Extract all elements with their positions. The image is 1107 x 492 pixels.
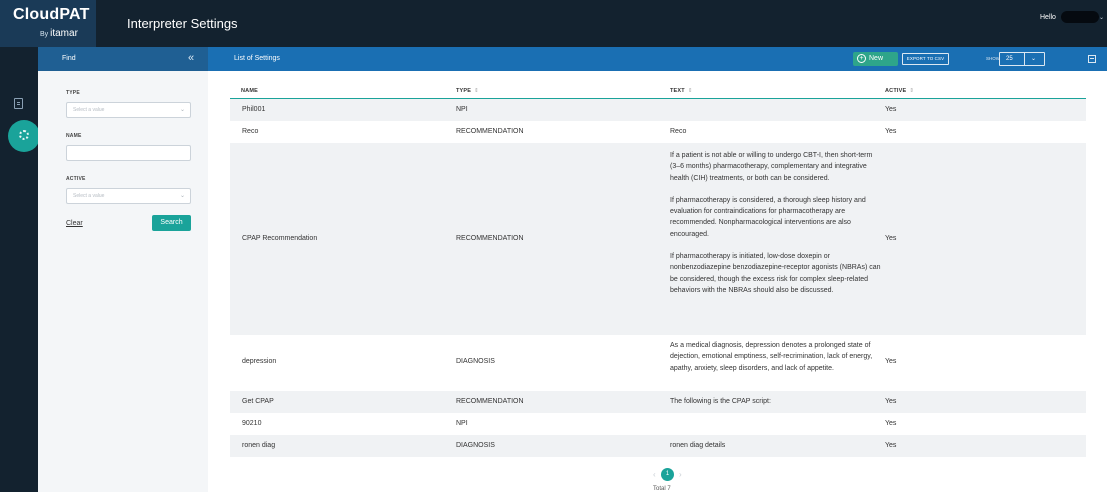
cell-active: Yes — [885, 358, 897, 365]
show-label: SHOW — [986, 56, 1000, 61]
find-title: Find — [62, 55, 76, 62]
header-type[interactable]: TYPE ⇕ — [456, 88, 479, 94]
new-button-label: New — [869, 55, 884, 62]
cell-name: ronen diag — [242, 442, 276, 449]
cell-type: NPI — [456, 106, 468, 113]
cell-active: Yes — [885, 420, 897, 427]
cell-text: If a patient is not able or willing to u… — [670, 150, 883, 296]
type-select-placeholder: Select a value — [73, 107, 105, 113]
plus-circle-icon: + — [857, 54, 866, 63]
cell-text-paragraph: If pharmacotherapy is initiated, low-dos… — [670, 253, 881, 294]
cell-type: DIAGNOSIS — [456, 358, 495, 365]
redacted-username[interactable] — [1061, 11, 1099, 23]
page-size-select[interactable]: 25 ⌄ — [999, 52, 1045, 66]
logo-brand: itamar — [50, 28, 78, 39]
sort-icon[interactable]: ⇕ — [688, 88, 693, 94]
columns-icon[interactable] — [1088, 55, 1096, 63]
cell-text-paragraph: If a patient is not able or willing to u… — [670, 152, 873, 182]
cell-type: DIAGNOSIS — [456, 442, 495, 449]
cell-active: Yes — [885, 398, 897, 405]
cell-type: RECOMMENDATION — [456, 235, 524, 242]
top-bar: CloudPAT By itamar Interpreter Settings … — [0, 0, 1107, 47]
name-label: NAME — [66, 133, 82, 139]
table-header: NAME TYPE ⇕ TEXT ⇕ ACTIVE ⇕ — [230, 84, 1086, 99]
prev-page-icon[interactable]: ‹ — [653, 470, 656, 479]
logo-title: CloudPAT — [13, 6, 90, 23]
chevrons-left-icon[interactable]: « — [188, 52, 194, 64]
clear-link[interactable]: Clear — [66, 220, 83, 227]
sort-icon[interactable]: ⇕ — [474, 88, 479, 94]
table-row[interactable]: 90210 NPI Yes — [230, 413, 1086, 435]
cell-type: RECOMMENDATION — [456, 398, 524, 405]
cell-text: As a medical diagnosis, depression denot… — [670, 340, 883, 374]
header-active[interactable]: ACTIVE ⇕ — [885, 88, 914, 94]
table-row[interactable]: ronen diag DIAGNOSIS ronen diag details … — [230, 435, 1086, 457]
cell-type: NPI — [456, 420, 468, 427]
cell-active: Yes — [885, 128, 897, 135]
new-button[interactable]: + New — [853, 52, 898, 66]
page-title: Interpreter Settings — [127, 16, 238, 31]
sort-icon[interactable]: ⇕ — [909, 88, 914, 94]
list-header: List of Settings + New EXPORT TO CSV SHO… — [208, 47, 1107, 71]
header-text-label: TEXT — [670, 88, 685, 94]
cell-name: depression — [242, 358, 277, 365]
logo-by: By — [40, 31, 49, 38]
table-row[interactable]: depression DIAGNOSIS As a medical diagno… — [230, 335, 1086, 391]
logo-subtitle: By itamar — [40, 28, 78, 39]
table-row[interactable]: Phil001 NPI Yes — [230, 99, 1086, 121]
next-page-icon[interactable]: › — [679, 470, 682, 479]
cell-name: Get CPAP — [242, 398, 274, 405]
cell-name: Phil001 — [242, 106, 266, 113]
divider — [1024, 53, 1025, 65]
type-label: TYPE — [66, 90, 80, 96]
cell-active: Yes — [885, 235, 897, 242]
chevron-down-icon: ⌄ — [180, 107, 186, 113]
cell-text: ronen diag details — [670, 442, 726, 449]
search-button[interactable]: Search — [152, 215, 191, 231]
cell-active: Yes — [885, 442, 897, 449]
cell-text: Reco — [670, 128, 687, 135]
active-select[interactable]: Select a value ⌄ — [66, 188, 191, 204]
cell-text-paragraph: If pharmacotherapy is considered, a thor… — [670, 196, 866, 238]
header-name[interactable]: NAME — [241, 88, 258, 94]
document-icon[interactable] — [14, 98, 23, 109]
table-row[interactable]: CPAP Recommendation RECOMMENDATION If a … — [230, 143, 1086, 335]
cell-name: CPAP Recommendation — [242, 235, 318, 242]
cell-text: The following is the CPAP script: — [670, 398, 771, 405]
table-row[interactable]: Get CPAP RECOMMENDATION The following is… — [230, 391, 1086, 413]
user-menu-chevron-icon[interactable]: ⌄ — [1099, 14, 1104, 21]
type-select[interactable]: Select a value ⌄ — [66, 102, 191, 118]
nav-rail — [0, 47, 40, 492]
chevron-down-icon: ⌄ — [1031, 56, 1037, 62]
table-row[interactable]: Reco RECOMMENDATION Reco Yes — [230, 121, 1086, 143]
header-type-label: TYPE — [456, 88, 472, 94]
user-greeting[interactable]: Hello — [1040, 14, 1056, 21]
settings-table: NAME TYPE ⇕ TEXT ⇕ ACTIVE ⇕ Phil001 NPI Yes… — [230, 84, 1086, 457]
header-name-label: NAME — [241, 88, 258, 94]
find-panel-header: Find « — [38, 47, 208, 71]
cell-active: Yes — [885, 106, 897, 113]
header-text[interactable]: TEXT ⇕ — [670, 88, 693, 94]
export-csv-button[interactable]: EXPORT TO CSV — [902, 53, 949, 65]
find-panel: TYPE Select a value ⌄ NAME ACTIVE Select… — [38, 71, 208, 492]
chevron-down-icon: ⌄ — [180, 193, 186, 199]
app-logo[interactable]: CloudPAT By itamar — [0, 0, 96, 47]
gear-icon[interactable] — [19, 130, 29, 140]
cell-name: 90210 — [242, 420, 262, 427]
header-active-label: ACTIVE — [885, 88, 907, 94]
page-size-value: 25 — [1006, 56, 1013, 62]
active-select-placeholder: Select a value — [73, 193, 105, 199]
total-count: Total 7 — [653, 486, 671, 492]
cell-text-paragraph: As a medical diagnosis, depression denot… — [670, 342, 873, 372]
cell-name: Reco — [242, 128, 259, 135]
active-label: ACTIVE — [66, 176, 86, 182]
name-input[interactable] — [66, 145, 191, 161]
page-1-button[interactable]: 1 — [661, 468, 674, 481]
cell-type: RECOMMENDATION — [456, 128, 524, 135]
list-title: List of Settings — [234, 55, 280, 62]
